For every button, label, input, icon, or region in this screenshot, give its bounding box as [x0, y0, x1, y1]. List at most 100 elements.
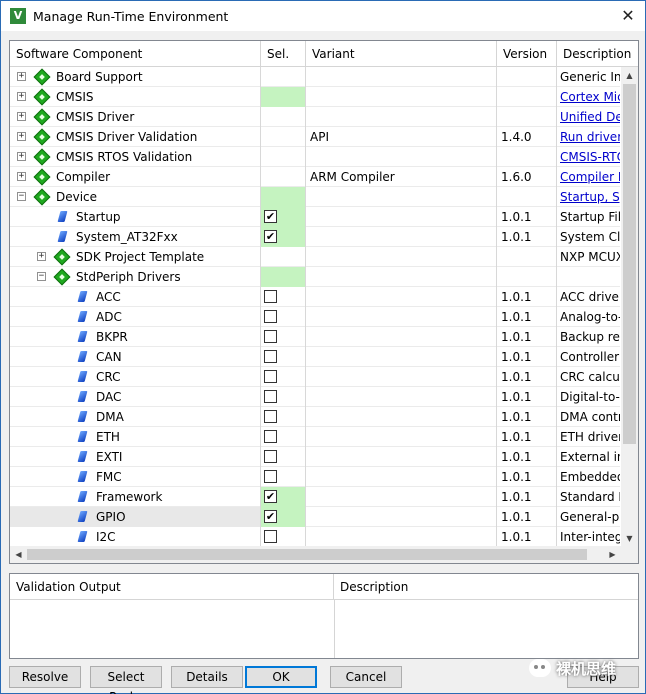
- tree-row[interactable]: − Device Startup, Sys: [10, 187, 620, 207]
- component-name-cell[interactable]: I2C: [10, 527, 261, 547]
- tree-row[interactable]: CRC 1.0.1 CRC calcul: [10, 367, 620, 387]
- component-name-cell[interactable]: + CMSIS Driver: [10, 107, 261, 127]
- tree-row[interactable]: EXTI 1.0.1External int: [10, 447, 620, 467]
- tree-row[interactable]: Startup ✔ 1.0.1Startup File: [10, 207, 620, 227]
- description-link[interactable]: Unified Dev: [557, 107, 620, 127]
- select-checkbox[interactable]: [264, 450, 277, 463]
- sel-cell[interactable]: [261, 107, 306, 127]
- component-name-cell[interactable]: + CMSIS RTOS Validation: [10, 147, 261, 167]
- component-name-cell[interactable]: + SDK Project Template: [10, 247, 261, 267]
- col-header-validation-output[interactable]: Validation Output: [10, 574, 334, 600]
- component-name-cell[interactable]: Framework: [10, 487, 261, 507]
- tree-row[interactable]: ACC 1.0.1 ACC driver: [10, 287, 620, 307]
- component-name-cell[interactable]: ACC: [10, 287, 261, 307]
- select-checkbox[interactable]: ✔: [264, 490, 277, 503]
- tree-row[interactable]: Framework ✔ 1.0.1 Standard P: [10, 487, 620, 507]
- tree-row[interactable]: CAN 1.0.1Controller a: [10, 347, 620, 367]
- select-packs-button[interactable]: Select Packs: [90, 666, 162, 694]
- select-checkbox[interactable]: [264, 390, 277, 403]
- select-checkbox[interactable]: ✔: [264, 510, 277, 523]
- sel-cell[interactable]: [261, 367, 306, 387]
- sel-cell[interactable]: [261, 427, 306, 447]
- component-name-cell[interactable]: System_AT32Fxx: [10, 227, 261, 247]
- col-header-component[interactable]: Software Component: [10, 41, 261, 67]
- expand-icon[interactable]: +: [37, 252, 46, 261]
- col-header-variant[interactable]: Variant: [306, 41, 497, 67]
- sel-cell[interactable]: [261, 347, 306, 367]
- sel-cell[interactable]: [261, 187, 306, 207]
- sel-cell[interactable]: [261, 127, 306, 147]
- horizontal-scrollbar[interactable]: ◀ ▶: [10, 546, 621, 563]
- variant-cell[interactable]: API: [306, 127, 497, 147]
- expand-icon[interactable]: +: [17, 72, 26, 81]
- tree-row[interactable]: + SDK Project Template NXP MCUX: [10, 247, 620, 267]
- component-name-cell[interactable]: GPIO: [10, 507, 261, 527]
- sel-cell[interactable]: [261, 87, 306, 107]
- scroll-up-icon[interactable]: ▲: [621, 67, 638, 84]
- component-name-cell[interactable]: FMC: [10, 467, 261, 487]
- description-link[interactable]: Startup, Sys: [557, 187, 620, 207]
- expand-icon[interactable]: +: [17, 112, 26, 121]
- select-checkbox[interactable]: [264, 370, 277, 383]
- component-name-cell[interactable]: Startup: [10, 207, 261, 227]
- component-name-cell[interactable]: − StdPeriph Drivers: [10, 267, 261, 287]
- expand-icon[interactable]: +: [17, 92, 26, 101]
- tree-row[interactable]: DMA 1.0.1 DMA contr: [10, 407, 620, 427]
- tree-row[interactable]: ETH 1.0.1 ETH driver: [10, 427, 620, 447]
- sel-cell[interactable]: [261, 167, 306, 187]
- expand-icon[interactable]: +: [17, 132, 26, 141]
- col-header-version[interactable]: Version: [497, 41, 557, 67]
- component-name-cell[interactable]: + Board Support: [10, 67, 261, 87]
- sel-cell[interactable]: [261, 327, 306, 347]
- sel-cell[interactable]: [261, 387, 306, 407]
- tree-row[interactable]: System_AT32Fxx ✔ 1.0.1System Clo: [10, 227, 620, 247]
- scroll-right-icon[interactable]: ▶: [604, 546, 621, 563]
- tree-row[interactable]: I2C 1.0.1Inter-integr: [10, 527, 620, 547]
- tree-row[interactable]: + CMSIS Cortex Micr: [10, 87, 620, 107]
- component-name-cell[interactable]: + CMSIS Driver Validation: [10, 127, 261, 147]
- col-header-description[interactable]: Description: [557, 41, 638, 67]
- tree-row[interactable]: + CMSIS RTOS Validation CMSIS-RTO: [10, 147, 620, 167]
- component-name-cell[interactable]: EXTI: [10, 447, 261, 467]
- vertical-scroll-thumb[interactable]: [623, 84, 636, 444]
- select-checkbox[interactable]: [264, 350, 277, 363]
- tree-row[interactable]: − StdPeriph Drivers: [10, 267, 620, 287]
- horizontal-scroll-thumb[interactable]: [27, 549, 587, 560]
- tree-row[interactable]: ADC 1.0.1 Analog-to-: [10, 307, 620, 327]
- close-icon[interactable]: ✕: [617, 5, 639, 27]
- description-link[interactable]: Cortex Micr: [557, 87, 620, 107]
- description-link[interactable]: CMSIS-RTO: [557, 147, 620, 167]
- sel-cell[interactable]: [261, 287, 306, 307]
- component-name-cell[interactable]: − Device: [10, 187, 261, 207]
- collapse-icon[interactable]: −: [37, 272, 46, 281]
- sel-cell[interactable]: [261, 527, 306, 547]
- select-checkbox[interactable]: ✔: [264, 230, 277, 243]
- sel-cell[interactable]: [261, 307, 306, 327]
- select-checkbox[interactable]: [264, 290, 277, 303]
- scroll-down-icon[interactable]: ▼: [621, 530, 638, 547]
- component-name-cell[interactable]: BKPR: [10, 327, 261, 347]
- tree-row[interactable]: DAC 1.0.1Digital-to-a: [10, 387, 620, 407]
- tree-row[interactable]: GPIO ✔ 1.0.1General-pu: [10, 507, 620, 527]
- sel-cell[interactable]: ✔: [261, 227, 306, 247]
- col-header-validation-description[interactable]: Description: [334, 574, 638, 600]
- sel-cell[interactable]: [261, 407, 306, 427]
- expand-icon[interactable]: +: [17, 152, 26, 161]
- sel-cell[interactable]: [261, 467, 306, 487]
- select-checkbox[interactable]: ✔: [264, 210, 277, 223]
- tree-row[interactable]: FMC 1.0.1 Embedded: [10, 467, 620, 487]
- component-name-cell[interactable]: DMA: [10, 407, 261, 427]
- sel-cell[interactable]: [261, 267, 306, 287]
- select-checkbox[interactable]: [264, 470, 277, 483]
- sel-cell[interactable]: ✔: [261, 507, 306, 527]
- component-name-cell[interactable]: + Compiler: [10, 167, 261, 187]
- tree-row[interactable]: + Compiler ARM Compiler 1.6.0 Compiler E: [10, 167, 620, 187]
- ok-button[interactable]: OK: [245, 666, 317, 688]
- select-checkbox[interactable]: [264, 330, 277, 343]
- component-name-cell[interactable]: ETH: [10, 427, 261, 447]
- select-checkbox[interactable]: [264, 410, 277, 423]
- sel-cell[interactable]: [261, 147, 306, 167]
- sel-cell[interactable]: ✔: [261, 207, 306, 227]
- tree-row[interactable]: BKPR 1.0.1Backup reg: [10, 327, 620, 347]
- description-link[interactable]: Compiler E: [557, 167, 620, 187]
